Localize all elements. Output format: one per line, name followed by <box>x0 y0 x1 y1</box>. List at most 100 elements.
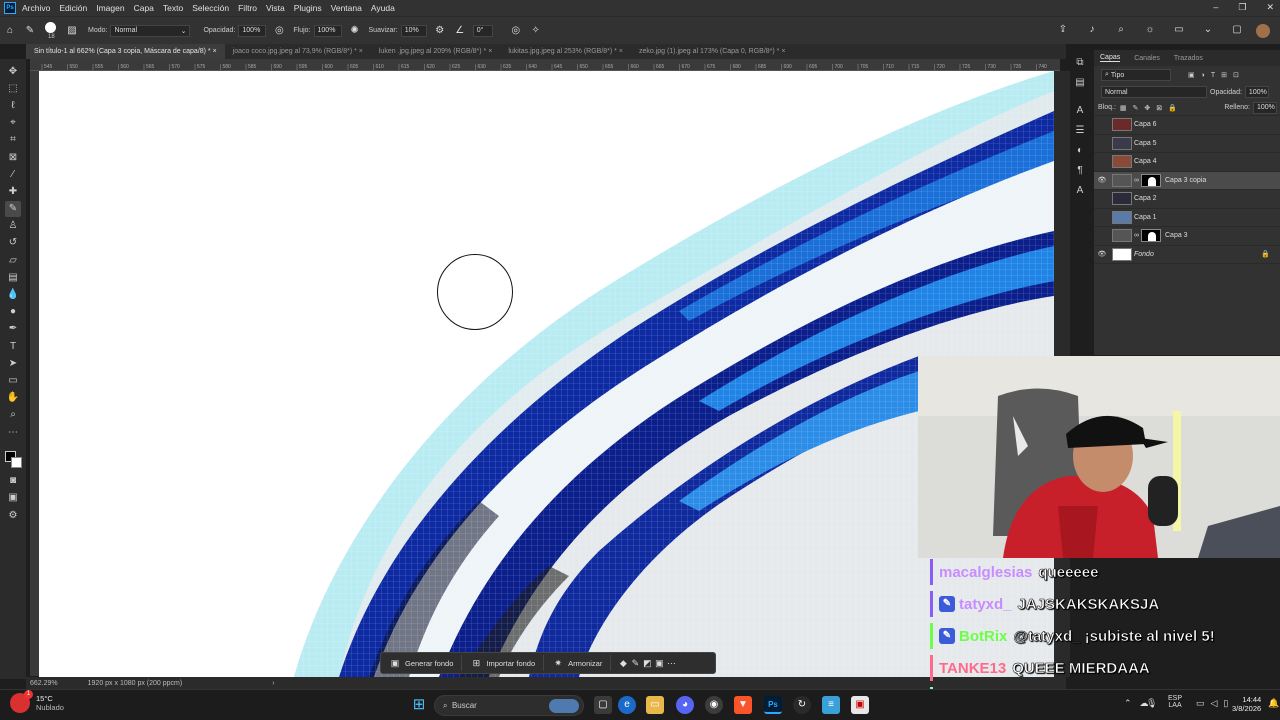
tab-trazados[interactable]: Trazados <box>1174 55 1203 62</box>
properties-panel-icon[interactable]: ☰ <box>1073 124 1087 138</box>
window-icon[interactable]: ▢ <box>1231 24 1243 36</box>
close-icon[interactable]: × <box>211 48 217 55</box>
close-icon[interactable]: × <box>486 48 492 55</box>
mask-link-icon[interactable]: ∞ <box>1134 232 1139 239</box>
tab-document[interactable]: joaco coco.jpg.jpeg al 73,9% (RGB/8*) * … <box>225 44 371 59</box>
task-view-icon[interactable]: ▢ <box>594 696 612 714</box>
type-tool-icon[interactable]: T <box>5 339 21 355</box>
menu-ayuda[interactable]: Ayuda <box>371 3 395 13</box>
microphone-icon[interactable]: 🎙 <box>1146 698 1157 709</box>
close-icon[interactable]: × <box>779 48 785 55</box>
pressure-opacity-icon[interactable]: ◎ <box>273 25 285 37</box>
layer-mask-thumbnail[interactable] <box>1141 229 1161 243</box>
eyedropper-tool-icon[interactable]: ⁄ <box>5 167 21 183</box>
rectangle-tool-icon[interactable]: ▭ <box>5 373 21 389</box>
brush-settings-icon[interactable]: ▨ <box>66 25 78 37</box>
frame-tool-icon[interactable]: ⊠ <box>5 150 21 166</box>
language-indicator[interactable]: ESP LAA <box>1168 695 1182 709</box>
layer-row[interactable]: 👁 ∞ Capa 3 copia <box>1094 171 1280 190</box>
airbrush-icon[interactable]: ✺ <box>349 25 361 37</box>
layer-row[interactable]: Capa 1 <box>1094 209 1280 227</box>
more-tools-icon[interactable]: ⋯ <box>5 425 21 441</box>
fill-icon[interactable]: ◆ <box>617 655 629 671</box>
menu-plugins[interactable]: Plugins <box>294 3 322 13</box>
hand-tool-icon[interactable]: ✋ <box>5 390 21 406</box>
layer-row[interactable]: 👁 Fondo 🔒 <box>1094 246 1280 264</box>
mask-icon[interactable]: ▣ <box>653 655 665 671</box>
mode-select[interactable]: Normal ⌄ <box>110 24 191 37</box>
character-panel-icon[interactable]: A <box>1073 104 1087 118</box>
zoom-tool-icon[interactable]: ⌕ <box>5 407 21 423</box>
menu-seleccion[interactable]: Selección <box>192 3 229 13</box>
mask-link-icon[interactable]: ∞ <box>1134 177 1139 184</box>
smooth-field[interactable]: 10% <box>400 24 427 37</box>
adjust-icon[interactable]: ◩ <box>641 655 653 671</box>
fill-field[interactable]: 100% <box>1253 101 1277 114</box>
healing-brush-tool-icon[interactable]: ✚ <box>5 184 21 200</box>
quick-mask-icon[interactable]: ◙ <box>5 473 21 489</box>
network-volume-icons[interactable]: ▭◁▯ <box>1196 698 1234 709</box>
lock-icons[interactable]: ▦✎✥⊠🔒 <box>1120 104 1183 112</box>
generate-background-button[interactable]: ▣ Generar fondo <box>381 655 463 671</box>
obs-icon[interactable]: ◉ <box>705 696 723 714</box>
brush-preset-picker[interactable]: 18 <box>40 19 62 43</box>
close-icon[interactable]: × <box>617 48 623 55</box>
layer-row[interactable]: Capa 6 <box>1094 116 1280 135</box>
angle-field[interactable]: 0° <box>472 24 493 37</box>
harmonize-button[interactable]: ✷ Armonizar <box>544 655 612 671</box>
symmetry-icon[interactable]: ✧ <box>530 25 542 37</box>
history-brush-tool-icon[interactable]: ↺ <box>5 235 21 251</box>
blend-mode-select[interactable]: Normal <box>1101 86 1207 98</box>
notifications-icon[interactable]: 🔔 <box>1268 698 1279 709</box>
menu-vista[interactable]: Vista <box>266 3 285 13</box>
background-color-swatch[interactable] <box>11 457 22 469</box>
pressure-size-icon[interactable]: ◎ <box>510 25 522 37</box>
opacity-field[interactable]: 100% <box>238 24 267 37</box>
zoom-level[interactable]: 662.29% <box>30 680 58 687</box>
notepad-icon[interactable]: ≡ <box>822 696 840 714</box>
import-background-button[interactable]: ⊞ Importar fondo <box>462 655 545 671</box>
windows-start-icon[interactable]: ⊞ <box>410 696 428 714</box>
menu-ventana[interactable]: Ventana <box>331 3 362 13</box>
taskbar-search[interactable]: ⌕ Buscar <box>434 695 584 716</box>
layer-opacity-field[interactable]: 100% <box>1244 86 1269 98</box>
tab-document[interactable]: Sin título-1 al 662% (Capa 3 copia, Másc… <box>26 44 225 59</box>
object-select-tool-icon[interactable]: ⌖ <box>5 115 21 131</box>
blur-tool-icon[interactable]: 💧 <box>5 287 21 303</box>
avatar[interactable] <box>1256 23 1270 38</box>
path-select-tool-icon[interactable]: ➤ <box>5 356 21 372</box>
gear-icon[interactable]: ⚙ <box>434 25 446 37</box>
lightbulb-icon[interactable]: ☼ <box>1144 24 1156 36</box>
tab-document[interactable]: luken .jpg.jpeg al 209% (RGB/8*) * × <box>371 44 500 59</box>
document-canvas[interactable] <box>39 71 1054 677</box>
media-app-icon[interactable]: ▣ <box>851 696 869 714</box>
more-icon[interactable]: ⋯ <box>665 655 677 671</box>
move-tool-icon[interactable]: ✥ <box>5 64 21 80</box>
eraser-tool-icon[interactable]: ▱ <box>5 253 21 269</box>
tab-document[interactable]: zeko.jpg (1).jpeg al 173% (Capa 0, RGB/8… <box>631 44 794 59</box>
menu-archivo[interactable]: Archivo <box>22 3 50 13</box>
lasso-tool-icon[interactable]: ℓ <box>5 98 21 114</box>
menu-capa[interactable]: Capa <box>134 3 154 13</box>
menu-imagen[interactable]: Imagen <box>96 3 124 13</box>
brush-icon[interactable]: ✎ <box>629 655 641 671</box>
flow-field[interactable]: 100% <box>313 24 342 37</box>
search-icon[interactable]: ⌕ <box>1115 24 1127 36</box>
chevron-down-icon[interactable]: ⌄ <box>1202 24 1214 36</box>
color-swatches[interactable] <box>3 443 23 469</box>
tab-document[interactable]: lukitas.jpg.jpeg al 253% (RGB/8*) * × <box>500 44 631 59</box>
adjustments-panel-icon[interactable]: ◐ <box>1073 144 1087 158</box>
visibility-eye-icon[interactable]: 👁 <box>1094 250 1110 258</box>
dodge-tool-icon[interactable]: ● <box>5 304 21 320</box>
home-icon[interactable]: ⌂ <box>4 25 16 37</box>
menu-filtro[interactable]: Filtro <box>238 3 257 13</box>
stamp-tool-icon[interactable]: ♙ <box>5 218 21 234</box>
minimize-icon[interactable]: – <box>1213 2 1218 13</box>
layer-mask-thumbnail[interactable] <box>1141 173 1161 187</box>
filter-icons[interactable]: ▣◑T⊞⊡ <box>1188 71 1245 79</box>
tab-canales[interactable]: Canales <box>1134 55 1160 62</box>
layer-row[interactable]: ∞ Capa 3 <box>1094 227 1280 246</box>
clock[interactable]: 14:44 3/8/2026 <box>1232 695 1261 713</box>
close-icon[interactable]: × <box>357 48 363 55</box>
crop-tool-icon[interactable]: ⌗ <box>5 132 21 148</box>
